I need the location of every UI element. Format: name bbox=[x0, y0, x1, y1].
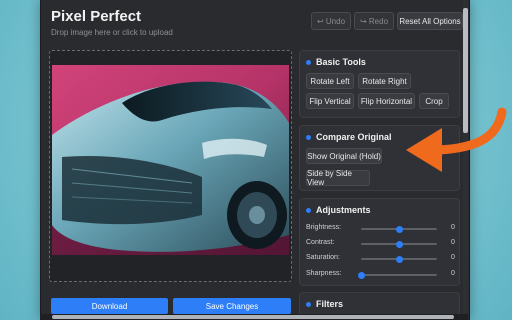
saturation-label: Saturation: bbox=[306, 254, 340, 261]
brightness-label: Brightness: bbox=[306, 224, 342, 231]
rotate-left-button[interactable]: Rotate Left bbox=[306, 73, 354, 89]
saturation-row: Saturation: 0 bbox=[306, 253, 456, 265]
basic-tools-title: Basic Tools bbox=[316, 57, 366, 67]
sharpness-value: 0 bbox=[451, 270, 455, 277]
app-title: Pixel Perfect bbox=[51, 8, 142, 25]
filters-title: Filters bbox=[316, 299, 344, 309]
horizontal-scroll-thumb[interactable] bbox=[52, 315, 454, 319]
orange-arrow-icon bbox=[406, 107, 507, 172]
adjustments-title: Adjustments bbox=[316, 205, 371, 215]
upload-hint: Drop image here or click to upload bbox=[51, 28, 173, 37]
sharpness-row: Sharpness: 0 bbox=[306, 269, 456, 281]
redo-button[interactable]: ↪ Redo bbox=[354, 12, 394, 30]
saturation-thumb[interactable] bbox=[396, 256, 403, 263]
contrast-thumb[interactable] bbox=[396, 241, 403, 248]
undo-button[interactable]: ↩ Undo bbox=[311, 12, 351, 30]
save-changes-button[interactable]: Save Changes bbox=[173, 298, 291, 314]
brightness-value: 0 bbox=[451, 224, 455, 231]
car-image bbox=[52, 65, 289, 255]
section-dot-icon bbox=[306, 134, 311, 140]
brightness-thumb[interactable] bbox=[396, 226, 403, 233]
contrast-value: 0 bbox=[451, 239, 455, 246]
adjustments-panel: Adjustments Brightness: 0 Contrast: 0 Sa… bbox=[299, 198, 460, 286]
download-button[interactable]: Download bbox=[51, 298, 168, 314]
image-drop-zone[interactable] bbox=[49, 50, 292, 282]
side-by-side-button[interactable]: Side by Side View bbox=[306, 169, 370, 187]
sharpness-slider[interactable] bbox=[358, 272, 437, 279]
rotate-right-button[interactable]: Rotate Right bbox=[358, 73, 411, 89]
reset-all-button[interactable]: Reset All Options bbox=[397, 12, 463, 30]
contrast-label: Contrast: bbox=[306, 239, 335, 246]
show-original-button[interactable]: Show Original (Hold) bbox=[306, 148, 382, 164]
section-dot-icon bbox=[306, 59, 311, 65]
saturation-slider[interactable] bbox=[361, 256, 437, 263]
brightness-row: Brightness: 0 bbox=[306, 223, 456, 235]
saturation-value: 0 bbox=[451, 254, 455, 261]
sharpness-label: Sharpness: bbox=[306, 270, 342, 277]
contrast-slider[interactable] bbox=[361, 241, 437, 248]
contrast-row: Contrast: 0 bbox=[306, 238, 456, 250]
sharpness-thumb[interactable] bbox=[358, 272, 365, 279]
section-dot-icon bbox=[306, 301, 311, 307]
brightness-slider[interactable] bbox=[361, 226, 437, 233]
flip-vertical-button[interactable]: Flip Vertical bbox=[306, 93, 354, 109]
section-dot-icon bbox=[306, 207, 311, 213]
compare-original-title: Compare Original bbox=[316, 132, 392, 142]
